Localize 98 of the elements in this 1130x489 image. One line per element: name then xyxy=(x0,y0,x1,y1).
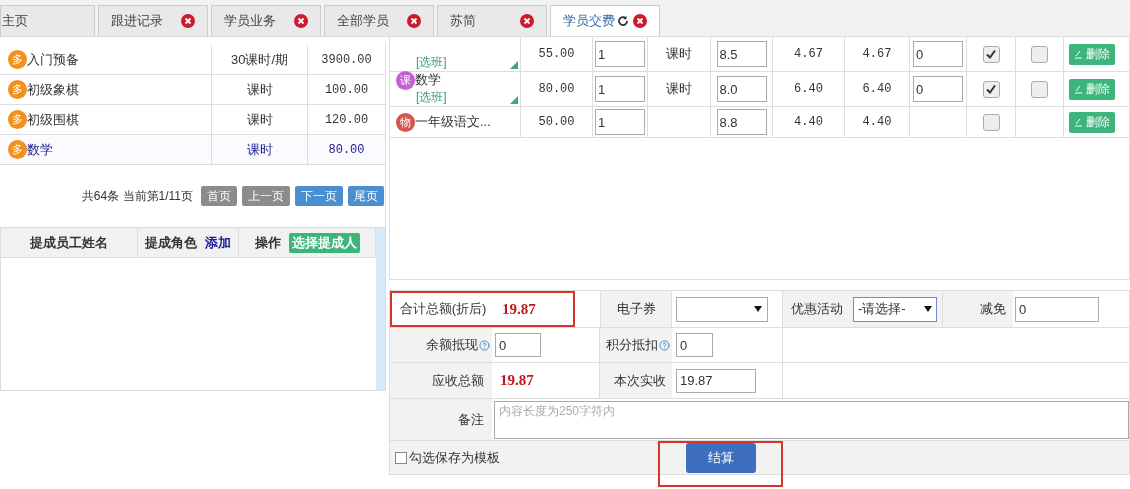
table-cell-text: 80.00 xyxy=(327,141,366,159)
reduce-field[interactable]: 0 xyxy=(1015,296,1099,322)
check-icon xyxy=(985,48,997,60)
field-label: 应收总额 xyxy=(390,363,492,398)
caret-icon xyxy=(754,306,762,312)
table-cell-text: 100.00 xyxy=(323,81,370,99)
amount-field[interactable]: 0 xyxy=(913,41,963,67)
points-field[interactable]: 0 xyxy=(676,333,713,357)
table-cell: 课时 xyxy=(212,105,308,134)
course-row[interactable]: 多 入门预备 30课时/期 3900.00 xyxy=(0,45,385,75)
corner-mark-icon xyxy=(510,96,518,104)
close-icon[interactable] xyxy=(294,14,308,28)
quantity-field[interactable]: 1 xyxy=(595,76,645,102)
checkbox[interactable] xyxy=(982,45,1000,63)
column-header: 提成员工姓名 xyxy=(30,233,108,252)
table-cell: 4.40 xyxy=(845,107,910,137)
course-badge: 课 xyxy=(396,70,415,90)
choose-class-link[interactable]: [选班] xyxy=(396,53,520,71)
choose-class-link[interactable]: [选班] xyxy=(396,88,520,106)
course-name: 数学 xyxy=(27,140,53,159)
close-icon[interactable] xyxy=(633,14,647,28)
checkbox[interactable] xyxy=(982,80,1000,98)
tab[interactable]: 全部学员 xyxy=(324,5,434,36)
quantity-field[interactable]: 1 xyxy=(595,41,645,67)
course-name: 数学 xyxy=(415,71,441,90)
table-cell: 50.00 xyxy=(521,107,593,137)
tab[interactable]: 跟进记录 xyxy=(98,5,208,36)
note-field[interactable]: 内容长度为250字符内 xyxy=(494,400,1129,439)
field-label: 优惠活动 xyxy=(783,291,851,327)
course-name: 初级围棋 xyxy=(27,110,79,129)
table-cell: 4.67 xyxy=(773,37,845,71)
close-icon[interactable] xyxy=(407,14,421,28)
course-badge: 多 xyxy=(8,140,27,159)
tab[interactable]: 主页 xyxy=(0,5,95,36)
refresh-icon[interactable] xyxy=(617,15,629,27)
table-cell: 55.00 xyxy=(521,37,593,71)
template-checkbox[interactable] xyxy=(395,451,407,464)
table-cell: 课时 xyxy=(212,75,308,104)
field-label: 备注 xyxy=(390,399,492,440)
discount-field[interactable]: 8.5 xyxy=(716,41,767,67)
table-cell-text: 120.00 xyxy=(323,111,370,129)
course-badge: 多 xyxy=(8,50,27,69)
field-label: 余额抵现 xyxy=(426,336,478,355)
table-cell: 30课时/期 xyxy=(212,45,308,74)
settle-button[interactable]: 结算 xyxy=(685,442,756,473)
amount-field[interactable]: 0 xyxy=(913,76,963,102)
close-icon[interactable] xyxy=(181,14,195,28)
edit-icon xyxy=(1074,84,1083,94)
tab[interactable]: 学员业务 xyxy=(211,5,321,36)
field-label: 减免 xyxy=(943,291,1013,327)
table-cell: 课时 xyxy=(212,135,308,164)
discount-field[interactable]: 8.0 xyxy=(716,76,767,102)
course-badge: 物 xyxy=(396,112,415,132)
quantity-field[interactable]: 1 xyxy=(595,109,645,135)
course-badge: 多 xyxy=(8,80,27,99)
tab[interactable]: 学员交费 xyxy=(550,5,660,36)
course-badge: 多 xyxy=(8,110,27,129)
course-row[interactable]: 多 初级围棋 课时 120.00 xyxy=(0,105,385,135)
column-header: 提成角色 xyxy=(145,233,197,252)
check-icon xyxy=(985,83,997,95)
promo-select[interactable]: -请选择- xyxy=(853,296,937,322)
table-cell: 6.40 xyxy=(773,72,845,106)
field-label: 电子券 xyxy=(600,291,672,327)
balance-field[interactable]: 0 xyxy=(495,333,541,357)
course-name: 初级象棋 xyxy=(27,80,79,99)
course-row[interactable]: 多 初级象棋 课时 100.00 xyxy=(0,75,385,105)
field-label: 本次实收 xyxy=(600,363,672,398)
edit-icon xyxy=(1074,49,1083,59)
total-amount: 19.87 xyxy=(501,299,536,319)
column-header: 操作 xyxy=(254,233,281,252)
field-label: 合计总额(折后) xyxy=(398,300,488,319)
close-icon[interactable] xyxy=(520,14,534,28)
course-row[interactable]: 多 数学 课时 80.00 xyxy=(0,135,385,165)
table-cell-text: 课时 xyxy=(666,45,692,64)
tab[interactable]: 苏简 xyxy=(437,5,547,36)
corner-mark-icon xyxy=(510,61,518,69)
help-icon[interactable] xyxy=(479,339,490,351)
table-cell-text: 3900.00 xyxy=(320,51,373,69)
checkbox[interactable] xyxy=(1031,80,1048,98)
checkbox-label: 勾选保存为模板 xyxy=(409,448,500,467)
table-cell: 6.40 xyxy=(845,72,910,106)
caret-icon xyxy=(924,306,932,312)
paid-field[interactable]: 19.87 xyxy=(676,368,756,393)
checkbox[interactable] xyxy=(982,113,1000,131)
edit-icon xyxy=(1074,117,1083,127)
add-link[interactable]: 添加 xyxy=(205,232,231,253)
help-icon[interactable] xyxy=(659,339,670,351)
table-cell: 4.67 xyxy=(845,37,910,71)
table-cell: 80.00 xyxy=(521,72,593,106)
discount-field[interactable]: 8.8 xyxy=(716,109,767,135)
scrollbar[interactable] xyxy=(376,228,385,390)
checkbox[interactable] xyxy=(1031,45,1048,63)
table-cell-text: 课时 xyxy=(666,80,692,99)
field-label: 积分抵扣 xyxy=(606,336,658,355)
course-name: 一年级语文... xyxy=(415,113,491,132)
table-cell: 4.40 xyxy=(773,107,845,137)
course-name: 入门预备 xyxy=(27,50,79,69)
pager-info: 共64条 当前第1/11页 xyxy=(81,188,193,205)
